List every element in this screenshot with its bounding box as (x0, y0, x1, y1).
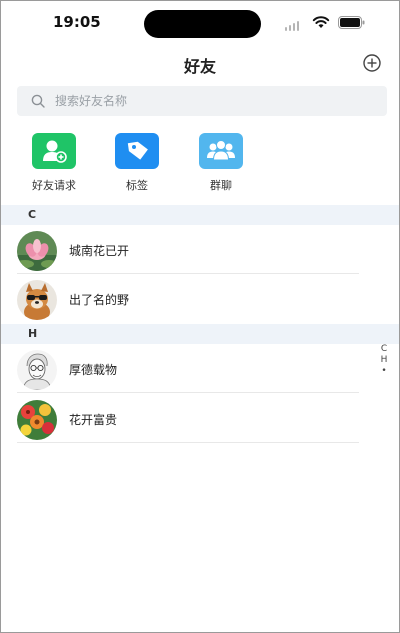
friend-requests-button[interactable]: 好友请求 (19, 133, 89, 193)
app-frame: 19:05 好友 搜索好友名称 好友请求 标签 群聊 C 城南花已开 出了名的野… (0, 0, 400, 633)
contact-name: 厚德载物 (69, 363, 118, 377)
row-divider (17, 442, 359, 443)
dynamic-island (144, 10, 261, 38)
battery-icon (338, 16, 365, 29)
page-title: 好友 (183, 57, 216, 76)
row-divider (17, 273, 359, 274)
contact-name: 城南花已开 (69, 244, 130, 258)
contact-name: 出了名的野 (69, 293, 130, 307)
shortcut-label: 标签 (126, 179, 148, 192)
section-letter: C (28, 208, 37, 221)
group-chats-button[interactable]: 群聊 (186, 133, 256, 193)
contact-row[interactable]: 花开富贵 (17, 395, 359, 443)
section-letter: H (28, 327, 38, 340)
contact-name: 花开富贵 (69, 413, 118, 427)
search-input[interactable] (55, 86, 375, 116)
wifi-icon (312, 16, 330, 28)
flower-painting-avatar (17, 400, 57, 440)
section-header-c: C (1, 205, 399, 225)
contact-row[interactable]: 出了名的野 (17, 275, 359, 323)
section-header-h: H (1, 324, 399, 344)
row-divider (17, 392, 359, 393)
contact-row[interactable]: 城南花已开 (17, 226, 359, 274)
index-letter-h[interactable]: H (379, 355, 389, 366)
add-friend-button[interactable] (363, 54, 381, 72)
dog-with-sunglasses-avatar (17, 280, 57, 320)
contact-row[interactable]: 厚德载物 (17, 345, 359, 393)
shortcut-label: 好友请求 (32, 179, 76, 192)
index-letter-more[interactable]: • (379, 366, 389, 377)
tag-icon (115, 133, 159, 169)
sketched-man-portrait-avatar (17, 350, 57, 390)
status-time: 19:05 (53, 13, 101, 31)
search-bar[interactable] (17, 86, 387, 116)
shortcut-label: 群聊 (210, 179, 232, 192)
add-user-icon (32, 133, 76, 169)
index-letter-c[interactable]: C (379, 344, 389, 355)
tags-button[interactable]: 标签 (102, 133, 172, 193)
alphabet-index-bar[interactable]: C H • (379, 344, 389, 377)
lotus-flower-avatar (17, 231, 57, 271)
cellular-signal-icon (285, 21, 303, 31)
search-icon (31, 94, 45, 108)
status-bar: 19:05 (1, 1, 399, 45)
group-icon (199, 133, 243, 169)
